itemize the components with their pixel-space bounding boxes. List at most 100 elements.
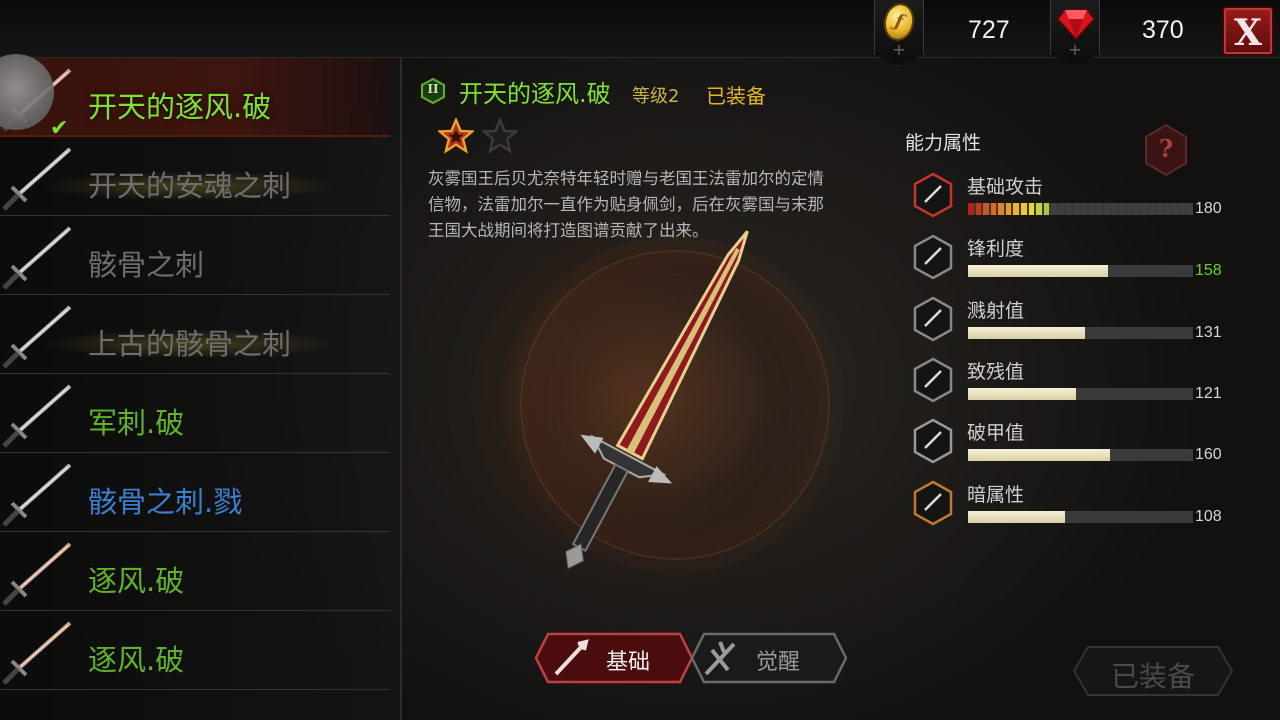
stat-bar-segment [1141, 203, 1148, 215]
stats-title: 能力属性 [905, 132, 982, 154]
weapon-list-name: 逐风.破 [88, 564, 185, 598]
equip-button-label: 已装备 [1110, 660, 1195, 693]
stat-bar-segment [1157, 203, 1163, 215]
sword-icon [2, 384, 72, 448]
star-empty-icon [482, 118, 518, 154]
stat-bar-segment [998, 203, 1004, 215]
stat-bar-segment [1179, 203, 1186, 215]
stat-bar-segment [1028, 203, 1035, 215]
stat-bar-segment [1013, 203, 1019, 215]
attack-icon [913, 172, 953, 218]
equip-button[interactable]: 已装备 [1072, 645, 1234, 697]
weapon-list-item[interactable]: 骸骨之刺 [0, 216, 390, 295]
weapon-list-item[interactable]: 上古的骸骨之刺 [0, 295, 390, 374]
stat-bar-segment [1119, 203, 1125, 215]
weapon-list-item[interactable]: 开天的逐风.破 ✔ [0, 58, 390, 141]
weapon-list-name: 骸骨之刺.戮 [88, 485, 243, 519]
stat-bar [968, 327, 1193, 339]
weapon-list-item[interactable]: 逐风.破 [0, 611, 390, 690]
stat-value: 108 [1195, 508, 1222, 525]
stat-bar-segment [1081, 203, 1087, 215]
stat-bar-segment [1020, 203, 1027, 215]
gem-slot[interactable]: + [1050, 0, 1100, 66]
stat-value: 180 [1195, 200, 1222, 217]
stat-label: 溅射值 [967, 300, 1025, 322]
stat-bar-segment [1058, 203, 1065, 215]
gem-count: 370 [1142, 16, 1184, 44]
close-button[interactable]: X [1222, 6, 1274, 56]
stat-bar-segment [1073, 203, 1080, 215]
gem-icon [1057, 9, 1095, 40]
stat-bar-segment [1104, 203, 1110, 215]
coin-count: 727 [968, 16, 1010, 44]
stat-value: 131 [1195, 324, 1222, 341]
stat-bar-segment [1164, 203, 1171, 215]
help-icon[interactable]: ? [1144, 134, 1188, 163]
weapon-list-name: 骸骨之刺 [88, 248, 205, 282]
stat-value: 160 [1195, 446, 1222, 463]
sword-icon [2, 463, 72, 527]
coin-slot[interactable]: ƒ + [874, 0, 924, 66]
stat-label: 致残值 [967, 361, 1025, 383]
dark-element-icon [913, 480, 953, 526]
stat-bar-segment [1111, 203, 1118, 215]
stat-bar-fill [968, 265, 1108, 277]
weapon-title: 开天的逐风.破 [459, 80, 611, 108]
add-coins-icon[interactable]: + [875, 40, 923, 59]
stat-label: 基础攻击 [967, 176, 1044, 198]
stat-bar [968, 203, 1193, 215]
stat-bar-segment [1089, 203, 1095, 215]
weapon-list-name: 开天的逐风.破 [88, 90, 272, 124]
stat-bar [968, 388, 1193, 400]
stat-bar-segment [1096, 203, 1103, 215]
stat-bar-fill [968, 511, 1065, 523]
stat-bar-segment [1126, 203, 1133, 215]
weapon-list-item[interactable]: 逐风.破 [0, 532, 390, 611]
add-gems-icon[interactable]: + [1051, 40, 1099, 59]
stat-bar-segment [983, 203, 989, 215]
weapon-list-name: 开天的安魂之刺 [88, 169, 292, 203]
stat-bar-segment [990, 203, 997, 215]
stat-bar-segment [1005, 203, 1012, 215]
stat-bar-fill [968, 327, 1085, 339]
tab-awaken[interactable]: 觉醒 [690, 632, 848, 684]
stat-value: 158 [1195, 262, 1222, 279]
weapon-list-name: 上古的骸骨之刺 [88, 327, 292, 361]
stat-bar-segments [968, 203, 1193, 215]
tab-basic[interactable]: 基础 [534, 632, 694, 684]
tab-basic-label: 基础 [606, 650, 651, 675]
tier-label: II [427, 82, 439, 96]
stat-label: 暗属性 [967, 484, 1025, 506]
weapon-list-name: 军刺.破 [88, 406, 185, 440]
close-icon: X [1234, 12, 1262, 54]
tab-awaken-label: 觉醒 [756, 650, 801, 675]
weapon-screen: ƒ + 727 + 370 X 开天的逐风.破 ✔ 开天的安魂之刺 骸骨之刺上古的骸骨… [0, 0, 1280, 720]
stat-label: 破甲值 [967, 422, 1025, 444]
splash-icon [913, 296, 953, 342]
top-bar: ƒ + 727 + 370 X [0, 0, 1280, 66]
stat-bar [968, 449, 1193, 461]
cripple-icon [913, 357, 953, 403]
stat-bar-segment [1036, 203, 1042, 215]
stat-value: 121 [1195, 385, 1222, 402]
stat-bar-segment [1051, 203, 1057, 215]
stat-bar-fill [968, 388, 1076, 400]
sword-icon [2, 226, 72, 290]
weapon-level: 等级2 [632, 86, 680, 107]
sword-icon [2, 621, 72, 685]
weapon-list-item[interactable]: 军刺.破 [0, 374, 390, 453]
stat-bar-fill [968, 449, 1110, 461]
stat-bar [968, 265, 1193, 277]
stat-bar-segment [975, 203, 982, 215]
stat-bar [968, 511, 1193, 523]
coin-glyph: ƒ [893, 10, 906, 33]
coin-icon: ƒ [880, 0, 918, 44]
sword-icon [2, 542, 72, 606]
weapon-list-name: 逐风.破 [88, 643, 185, 677]
weapon-list-item[interactable]: 开天的安魂之刺 [0, 137, 390, 216]
weapon-list-item[interactable]: 骸骨之刺.戮 [0, 453, 390, 532]
sword-icon [2, 305, 72, 369]
stat-bar-segment [1134, 203, 1140, 215]
equipped-status: 已装备 [706, 84, 766, 108]
sword-illustration [565, 230, 749, 570]
